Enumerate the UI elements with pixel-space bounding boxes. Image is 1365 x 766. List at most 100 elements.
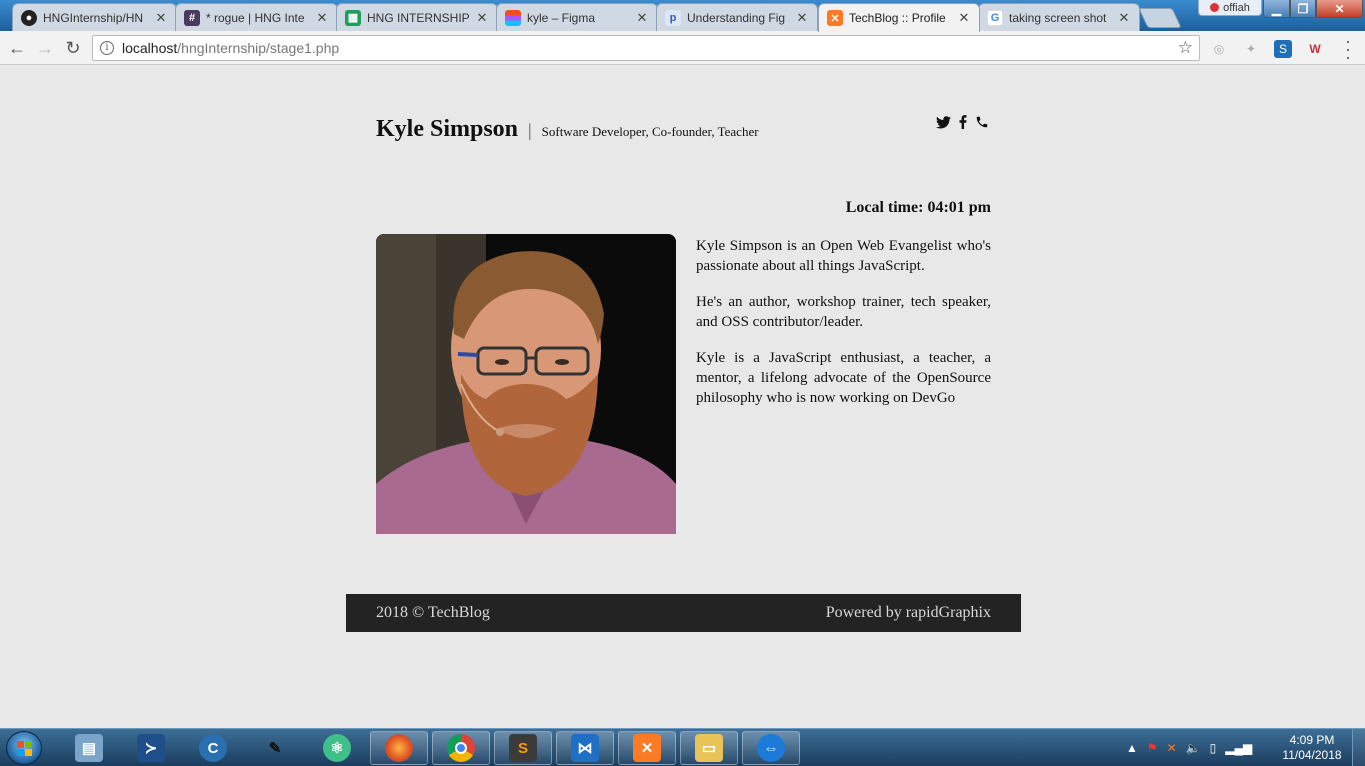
bookmark-star-icon[interactable]: ☆ xyxy=(1178,38,1193,58)
windows-taskbar: ▤ ≻ C ✎ ⚛ S ⋈ ✕ ▭ ⇔ ▲ ⚑ ✕ 🔈 ▯ ▂▄▆ 4:09 P… xyxy=(0,728,1365,766)
battery-icon[interactable]: ▯ xyxy=(1210,741,1217,755)
xampp-icon: ✕ xyxy=(827,10,843,26)
taskbar-atom[interactable]: ⚛ xyxy=(308,731,366,765)
system-tray: ▲ ⚑ ✕ 🔈 ▯ ▂▄▆ xyxy=(1126,729,1252,766)
ccleaner-icon: C xyxy=(199,734,227,762)
local-time: Local time: 04:01 pm xyxy=(845,199,991,216)
profile-icon xyxy=(1210,3,1220,12)
taskbar-vscode[interactable]: ⋈ xyxy=(556,731,614,765)
new-tab-button[interactable] xyxy=(1138,8,1182,28)
taskbar-library[interactable]: ▤ xyxy=(60,731,118,765)
tab-techblog[interactable]: ✕ TechBlog :: Profile ✕ xyxy=(818,3,980,32)
address-bar[interactable]: i localhost /hngInternship/stage1.php ☆ xyxy=(92,35,1200,61)
teamviewer-icon: ⇔ xyxy=(757,734,785,762)
library-icon: ▤ xyxy=(75,734,103,762)
maximize-button[interactable]: ❐ xyxy=(1290,0,1316,18)
tab-understanding[interactable]: p Understanding Fig ✕ xyxy=(656,3,818,31)
tools-icon: ✎ xyxy=(268,740,282,757)
tab-label: HNGInternship/HN xyxy=(43,10,144,25)
clock-date: 11/04/2018 xyxy=(1282,748,1342,762)
chrome-icon xyxy=(447,734,475,762)
extension-s-icon[interactable]: S xyxy=(1274,40,1292,58)
twitter-icon[interactable] xyxy=(936,115,951,129)
taskbar-powershell[interactable]: ≻ xyxy=(122,731,180,765)
signal-icon[interactable]: ▂▄▆ xyxy=(1225,741,1252,755)
tab-label: kyle – Figma xyxy=(527,10,596,25)
page-content: Kyle Simpson | Software Developer, Co-fo… xyxy=(0,66,1365,728)
taskbar-ccleaner[interactable]: C xyxy=(184,731,242,765)
taskbar-chrome[interactable] xyxy=(432,731,490,765)
info-icon[interactable]: i xyxy=(100,41,114,55)
extension-puzzle-icon[interactable]: ✦ xyxy=(1242,40,1260,58)
tab-github[interactable]: ● HNGInternship/HN ✕ xyxy=(12,3,177,31)
profile-button[interactable]: offiah xyxy=(1198,0,1262,16)
site-footer: 2018 © TechBlog Powered by rapidGraphix xyxy=(346,594,1021,632)
taskbar-xampp[interactable]: ✕ xyxy=(618,731,676,765)
tab-label: * rogue | HNG Inte xyxy=(206,10,305,25)
footer-copyright: 2018 © TechBlog xyxy=(376,604,490,621)
slack-hash-icon: # xyxy=(184,9,200,26)
bio-paragraph: Kyle Simpson is an Open Web Evangelist w… xyxy=(696,238,991,274)
show-desktop-button[interactable] xyxy=(1352,729,1365,766)
figma-icon xyxy=(505,9,521,26)
explorer-icon: ▭ xyxy=(695,734,723,762)
tab-sheets[interactable]: ▦ HNG INTERNSHIP - ✕ xyxy=(336,3,498,31)
xampp-tray-icon[interactable]: ✕ xyxy=(1167,741,1177,755)
close-icon[interactable]: ✕ xyxy=(315,10,329,26)
sublime-icon: S xyxy=(509,734,537,762)
tab-label: Understanding Fig xyxy=(687,10,786,25)
tab-label: TechBlog :: Profile xyxy=(849,11,946,25)
windows-logo-icon xyxy=(17,741,32,756)
profile-name: offiah xyxy=(1223,1,1250,14)
close-icon[interactable]: ✕ xyxy=(154,10,168,26)
browser-toolbar: ← → ↻ i localhost /hngInternship/stage1.… xyxy=(0,31,1365,66)
social-links xyxy=(936,115,989,129)
bio-paragraph: He's an author, workshop trainer, tech s… xyxy=(696,294,991,330)
bio-paragraph: Kyle is a JavaScript enthusiast, a teach… xyxy=(696,350,991,406)
extension-icon[interactable]: ◎ xyxy=(1210,40,1228,58)
close-window-button[interactable]: ✕ xyxy=(1316,0,1363,18)
sheets-icon: ▦ xyxy=(345,9,361,26)
profile-name-heading: Kyle Simpson xyxy=(376,116,519,142)
tab-label: HNG INTERNSHIP - xyxy=(367,10,469,25)
vscode-icon: ⋈ xyxy=(571,734,599,762)
tray-expand-icon[interactable]: ▲ xyxy=(1126,741,1138,755)
close-icon[interactable]: ✕ xyxy=(475,10,489,26)
header-separator: | xyxy=(528,120,532,140)
firefox-icon xyxy=(385,734,413,762)
browser-tabstrip: ● HNGInternship/HN ✕ # * rogue | HNG Int… xyxy=(0,0,1365,32)
tab-label: taking screen shot xyxy=(1009,10,1107,25)
start-button[interactable] xyxy=(6,731,42,765)
atom-icon: ⚛ xyxy=(323,734,351,762)
tab-slack[interactable]: # * rogue | HNG Inte ✕ xyxy=(175,3,338,31)
taskbar-explorer[interactable]: ▭ xyxy=(680,731,738,765)
footer-powered-by: Powered by rapidGraphix xyxy=(825,604,991,621)
close-icon[interactable]: ✕ xyxy=(957,10,971,26)
tab-google[interactable]: G taking screen shot ✕ xyxy=(978,3,1140,31)
github-icon: ● xyxy=(21,9,37,26)
back-button[interactable]: ← xyxy=(6,37,28,59)
taskbar-tools[interactable]: ✎ xyxy=(246,731,304,765)
profile-tagline: Software Developer, Co-founder, Teacher xyxy=(541,124,759,139)
tab-figma[interactable]: kyle – Figma ✕ xyxy=(496,3,658,31)
profile-photo xyxy=(376,234,676,534)
minimize-button[interactable]: ▁ xyxy=(1263,0,1290,18)
taskbar-clock[interactable]: 4:09 PM 11/04/2018 xyxy=(1276,733,1348,763)
facebook-icon[interactable] xyxy=(959,115,967,129)
taskbar-firefox[interactable] xyxy=(370,731,428,765)
close-icon[interactable]: ✕ xyxy=(1117,10,1131,26)
powershell-icon: ≻ xyxy=(137,734,165,762)
volume-icon[interactable]: 🔈 xyxy=(1186,741,1201,755)
xampp-icon: ✕ xyxy=(633,734,661,762)
reload-button[interactable]: ↻ xyxy=(62,37,84,59)
chrome-menu-icon[interactable]: · · · xyxy=(1342,32,1354,66)
taskbar-teamviewer[interactable]: ⇔ xyxy=(742,731,800,765)
close-icon[interactable]: ✕ xyxy=(635,10,649,26)
forward-button[interactable]: → xyxy=(34,37,56,59)
taskbar-sublime[interactable]: S xyxy=(494,731,552,765)
extension-w-icon[interactable]: W xyxy=(1306,40,1324,58)
clock-time: 4:09 PM xyxy=(1289,733,1335,747)
network-flag-icon[interactable]: ⚑ xyxy=(1147,741,1158,755)
close-icon[interactable]: ✕ xyxy=(795,10,809,26)
phone-icon[interactable] xyxy=(975,115,989,129)
